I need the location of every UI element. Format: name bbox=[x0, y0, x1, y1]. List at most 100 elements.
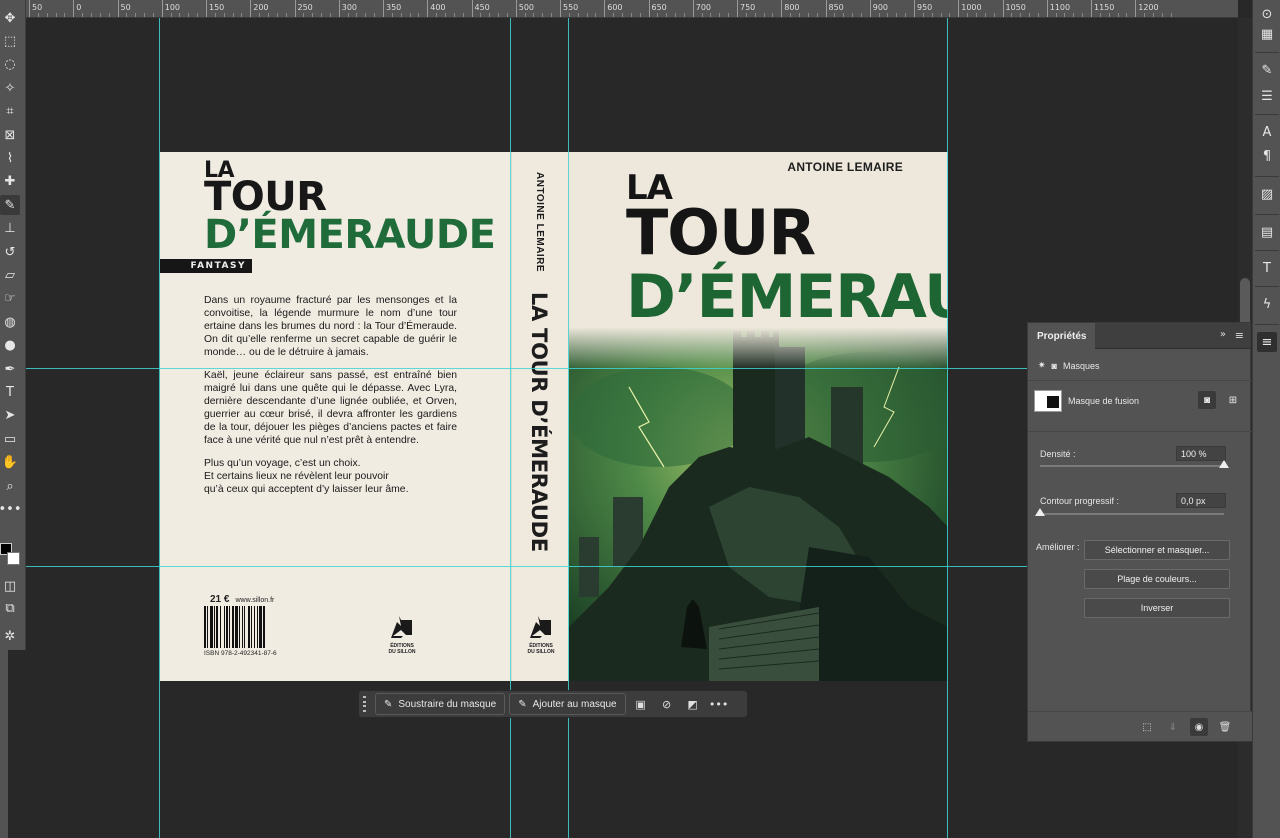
invert-button[interactable]: Inverser bbox=[1084, 598, 1230, 618]
feather-slider-knob[interactable] bbox=[1035, 508, 1045, 516]
ruler-minor-tick bbox=[860, 13, 862, 17]
smudge-icon[interactable]: ☞ bbox=[0, 289, 20, 309]
quick-mask-icon[interactable]: ◫ bbox=[0, 576, 20, 596]
paragraph-icon[interactable]: ¶ bbox=[1257, 146, 1277, 166]
ruler-minor-tick bbox=[1029, 13, 1031, 17]
color-range-button[interactable]: Plage de couleurs... bbox=[1084, 569, 1230, 589]
background-color-swatch[interactable] bbox=[7, 552, 20, 565]
layer-mask-icon[interactable]: ◙ bbox=[1052, 361, 1057, 371]
ruler-minor-tick bbox=[940, 13, 942, 17]
hand-icon[interactable]: ✋ bbox=[0, 453, 20, 473]
ruler-minor-tick bbox=[259, 13, 261, 17]
type-icon[interactable]: T bbox=[0, 382, 20, 402]
eraser-icon[interactable]: ▱ bbox=[0, 265, 20, 285]
more-options-icon[interactable]: ••• bbox=[708, 693, 730, 715]
ruler-tick: 1000 bbox=[958, 0, 982, 17]
ruler-minor-tick bbox=[1117, 13, 1119, 17]
panel-menu-icon[interactable]: ≡ bbox=[1235, 329, 1244, 342]
load-selection-icon[interactable]: ⬚ bbox=[1138, 718, 1156, 736]
crop-icon[interactable]: ⌗ bbox=[0, 102, 20, 122]
actions-icon[interactable]: ϟ bbox=[1257, 294, 1277, 314]
guide-vertical-1[interactable] bbox=[159, 18, 160, 838]
spine-publisher-line2: DU SILLON bbox=[527, 649, 555, 655]
density-slider-knob[interactable] bbox=[1219, 460, 1229, 468]
apply-mask-icon[interactable]: ⇓ bbox=[1164, 718, 1182, 736]
ruler-tick: 800 bbox=[781, 0, 800, 17]
gradients-icon[interactable]: ▤ bbox=[1257, 222, 1277, 242]
glyphs-icon[interactable]: T bbox=[1257, 258, 1277, 278]
pixel-mask-icon[interactable]: ✷ bbox=[1038, 360, 1046, 371]
history-brush-icon[interactable]: ↺ bbox=[0, 242, 20, 262]
mask-options-icon[interactable]: ▣ bbox=[630, 693, 652, 715]
masks-label: Masques bbox=[1062, 360, 1100, 371]
subtract-from-mask-button[interactable]: ✎ Soustraire du masque bbox=[375, 693, 506, 715]
ruler-minor-tick bbox=[816, 13, 818, 17]
brush-settings-icon[interactable]: ✎ bbox=[1257, 60, 1277, 80]
mask-settings-icon[interactable]: ◩ bbox=[682, 693, 704, 715]
ruler-tick: 50 bbox=[117, 0, 131, 17]
ruler-minor-tick bbox=[144, 13, 146, 17]
visibility-eye-icon[interactable]: ◉ bbox=[1190, 718, 1208, 736]
ruler-minor-tick bbox=[719, 13, 721, 17]
move-icon[interactable]: ✥ bbox=[0, 8, 20, 28]
feather-field[interactable]: 0,0 px bbox=[1176, 493, 1226, 508]
frame-icon[interactable]: ⊠ bbox=[0, 125, 20, 145]
history-icon[interactable]: ⊙ bbox=[1257, 4, 1277, 24]
synopsis-paragraph-2: Kaël, jeune éclaireur sans passé, est en… bbox=[204, 370, 457, 446]
ruler-minor-tick bbox=[533, 13, 535, 17]
feather-slider[interactable] bbox=[1035, 508, 1224, 516]
disable-mask-icon[interactable]: ⊘ bbox=[656, 693, 678, 715]
brush-plus-icon: ✎ bbox=[518, 698, 527, 710]
ruler-minor-tick bbox=[347, 13, 349, 17]
add-to-mask-button[interactable]: ✎ Ajouter au masque bbox=[509, 693, 626, 715]
select-and-mask-button[interactable]: Sélectionner et masquer... bbox=[1084, 540, 1230, 560]
guide-horizontal-2[interactable] bbox=[26, 566, 1027, 567]
magic-wand-icon[interactable]: ✧ bbox=[0, 78, 20, 98]
swatches-icon[interactable]: ▦ bbox=[1257, 24, 1277, 44]
properties-tab[interactable]: Propriétés bbox=[1028, 323, 1096, 349]
mask-thumbnail bbox=[1034, 390, 1062, 412]
layer-mask-row[interactable]: Masque de fusion ◙ ⊞ bbox=[1028, 383, 1252, 419]
more-tools-icon[interactable]: ••• bbox=[0, 499, 22, 519]
dodge-icon[interactable]: ● bbox=[0, 336, 20, 356]
patterns-icon[interactable]: ▨ bbox=[1257, 184, 1277, 204]
lasso-icon[interactable]: ◌ bbox=[0, 55, 20, 75]
properties-icon[interactable]: ≡ bbox=[1257, 332, 1277, 352]
back-cover: LA TOUR D’ÉMERAUDE FANTASY Dans un royau… bbox=[160, 152, 511, 681]
front-cover: ANTOINE LEMAIRE LA TOUR D’ÉMERAUDE bbox=[569, 152, 948, 681]
ruler-tick: 700 bbox=[692, 0, 711, 17]
eyedropper-icon[interactable]: ⌇ bbox=[0, 148, 20, 168]
add-vector-mask-icon[interactable]: ⊞ bbox=[1224, 391, 1242, 409]
screen-mode-icon[interactable]: ⧉ bbox=[0, 598, 20, 618]
character-icon[interactable]: A bbox=[1257, 122, 1277, 142]
ruler-minor-tick bbox=[1037, 13, 1039, 17]
brush-icon[interactable]: ✎ bbox=[0, 195, 20, 216]
blur-icon[interactable]: ◍ bbox=[0, 312, 20, 332]
select-pixel-mask-icon[interactable]: ◙ bbox=[1198, 391, 1216, 409]
barcode-bar bbox=[229, 606, 230, 648]
adjustments-icon[interactable]: ☰ bbox=[1257, 86, 1277, 106]
ruler-minor-tick bbox=[542, 13, 544, 17]
ruler-minor-tick bbox=[391, 13, 393, 17]
delete-mask-icon[interactable]: 🗑 bbox=[1216, 718, 1234, 736]
density-field[interactable]: 100 % bbox=[1176, 446, 1226, 461]
healing-brush-icon[interactable]: ✚ bbox=[0, 172, 20, 192]
pen-icon[interactable]: ✒ bbox=[0, 359, 20, 379]
density-slider[interactable] bbox=[1040, 460, 1229, 468]
generative-icon[interactable]: ✲ bbox=[0, 626, 20, 646]
collapse-panel-icon[interactable]: » bbox=[1220, 329, 1226, 340]
ruler-minor-tick bbox=[1064, 13, 1066, 17]
path-selection-icon[interactable]: ➤ bbox=[0, 406, 20, 426]
book-cover-canvas[interactable]: LA TOUR D’ÉMERAUDE FANTASY Dans un royau… bbox=[160, 152, 948, 681]
guide-horizontal-1[interactable] bbox=[26, 368, 1027, 369]
ruler-minor-tick bbox=[1170, 13, 1172, 17]
rectangle-icon[interactable]: ▭ bbox=[0, 429, 20, 449]
zoom-icon[interactable]: ⌕ bbox=[0, 476, 20, 496]
taskbar-grip[interactable] bbox=[363, 696, 369, 712]
clone-stamp-icon[interactable]: ⊥ bbox=[0, 219, 20, 239]
guide-vertical-4[interactable] bbox=[947, 18, 948, 838]
color-swatches[interactable] bbox=[0, 540, 24, 570]
genre-band: FANTASY bbox=[160, 259, 252, 273]
ruler-minor-tick bbox=[135, 13, 137, 17]
marquee-icon[interactable]: ⬚ bbox=[0, 31, 20, 51]
